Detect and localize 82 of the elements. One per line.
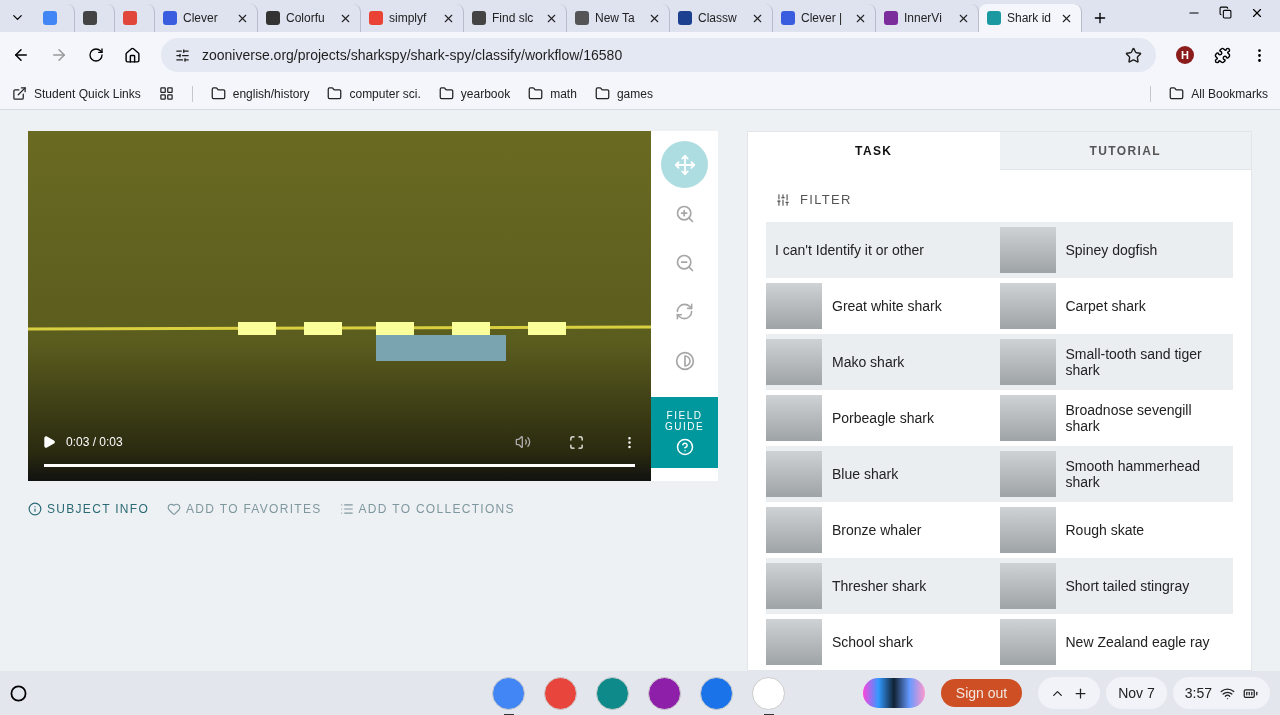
home-icon[interactable] — [124, 46, 141, 64]
bookmark-star-icon[interactable] — [1125, 46, 1142, 64]
photo-placeholder — [766, 451, 822, 497]
rotate-icon — [675, 302, 694, 321]
filter-button[interactable]: FILTER — [776, 192, 1251, 207]
folder-icon — [594, 86, 610, 101]
apps-icon[interactable] — [158, 86, 174, 101]
sign-out-button[interactable]: Sign out — [940, 679, 1023, 707]
species-choice[interactable]: Short tailed stingray — [999, 558, 1233, 614]
bookmark-icon — [12, 86, 27, 101]
address-bar[interactable]: zooniverse.org/projects/sharkspy/shark-spy/classify/workflow/16580 — [161, 38, 1156, 72]
photo-placeholder — [999, 283, 1056, 329]
video-time: 0:03 / 0:03 — [66, 435, 123, 449]
contrast-icon — [674, 350, 695, 371]
photo-placeholder — [999, 339, 1056, 385]
zoom-in-icon — [674, 203, 695, 224]
play-icon[interactable] — [42, 435, 56, 449]
filter-icon — [776, 192, 790, 207]
subject-action-link[interactable]: SUBJECT INFO — [28, 502, 150, 516]
pan-icon — [673, 153, 696, 176]
folder-icon — [438, 86, 454, 101]
restore-icon[interactable] — [1219, 6, 1232, 19]
photo-placeholder — [999, 619, 1056, 665]
photo-placeholder — [766, 283, 822, 329]
zoom-out-icon — [674, 252, 695, 273]
bookmark[interactable]: english/history — [210, 86, 310, 101]
date-display[interactable]: Nov 7 — [1106, 677, 1167, 709]
app-icon[interactable] — [492, 676, 525, 710]
species-choice[interactable]: Spiney dogfish — [999, 222, 1233, 278]
app-icon[interactable] — [596, 676, 629, 710]
extensions-icon[interactable] — [1214, 46, 1231, 64]
photo-placeholder — [999, 227, 1056, 273]
photo-placeholder — [766, 395, 822, 441]
bookmark[interactable]: games — [594, 86, 653, 101]
photo-placeholder — [999, 507, 1056, 553]
back-icon[interactable] — [12, 46, 30, 64]
all-bookmarks[interactable]: All Bookmarks — [1169, 86, 1268, 101]
species-choice[interactable]: Thresher shark — [766, 558, 1000, 614]
launcher-icon[interactable] — [10, 684, 27, 702]
browser-tab[interactable]: Shark id — [979, 4, 1082, 32]
folder-icon — [1169, 86, 1185, 101]
photo-placeholder — [766, 563, 822, 609]
bookmark[interactable]: computer sci. — [327, 86, 421, 101]
species-choice[interactable]: I can't Identify it or other — [766, 222, 1000, 278]
plus-icon — [1073, 685, 1089, 701]
species-choice[interactable]: Blue shark — [766, 446, 1000, 502]
avatar-image[interactable] — [862, 678, 925, 708]
species-choice[interactable]: Small-tooth sand tiger shark — [999, 334, 1233, 390]
species-choice[interactable]: Smooth hammerhead shark — [999, 446, 1233, 502]
bookmark[interactable]: math — [528, 86, 577, 101]
bookmark[interactable]: Student Quick Links — [12, 86, 141, 101]
bookmark[interactable]: yearbook — [438, 86, 511, 101]
status-area[interactable]: 3:57 — [1172, 677, 1270, 709]
new-tab-icon[interactable] — [1092, 10, 1108, 26]
species-choice[interactable]: Mako shark — [766, 334, 1000, 390]
video-frame[interactable]: 0:03 / 0:03 — [28, 131, 651, 481]
close-icon[interactable] — [1250, 6, 1264, 20]
list-icon — [339, 502, 354, 516]
folder-icon — [327, 86, 343, 101]
app-icon[interactable] — [648, 676, 681, 710]
profile-avatar[interactable]: H — [1176, 46, 1194, 64]
info-icon — [28, 502, 42, 516]
help-icon — [675, 437, 694, 456]
reload-icon[interactable] — [88, 47, 104, 63]
folder-icon — [210, 86, 226, 101]
heart-icon — [167, 502, 182, 516]
panel-tab[interactable]: TUTORIAL — [999, 132, 1251, 170]
photo-placeholder — [999, 563, 1056, 609]
photo-placeholder — [999, 451, 1056, 497]
volume-icon[interactable] — [515, 434, 531, 450]
photo-placeholder — [999, 395, 1056, 441]
app-icon[interactable] — [544, 676, 577, 710]
folder-icon — [528, 86, 544, 101]
photo-placeholder — [766, 619, 822, 665]
field-guide-button[interactable]: FIELD GUIDE — [651, 397, 718, 468]
forward-icon[interactable] — [50, 46, 68, 64]
wifi-icon — [1220, 685, 1235, 701]
fullscreen-icon[interactable] — [569, 434, 584, 450]
photo-placeholder — [766, 339, 822, 385]
photo-placeholder — [766, 507, 822, 553]
app-icon[interactable] — [700, 676, 733, 710]
site-settings-icon[interactable] — [175, 47, 190, 63]
